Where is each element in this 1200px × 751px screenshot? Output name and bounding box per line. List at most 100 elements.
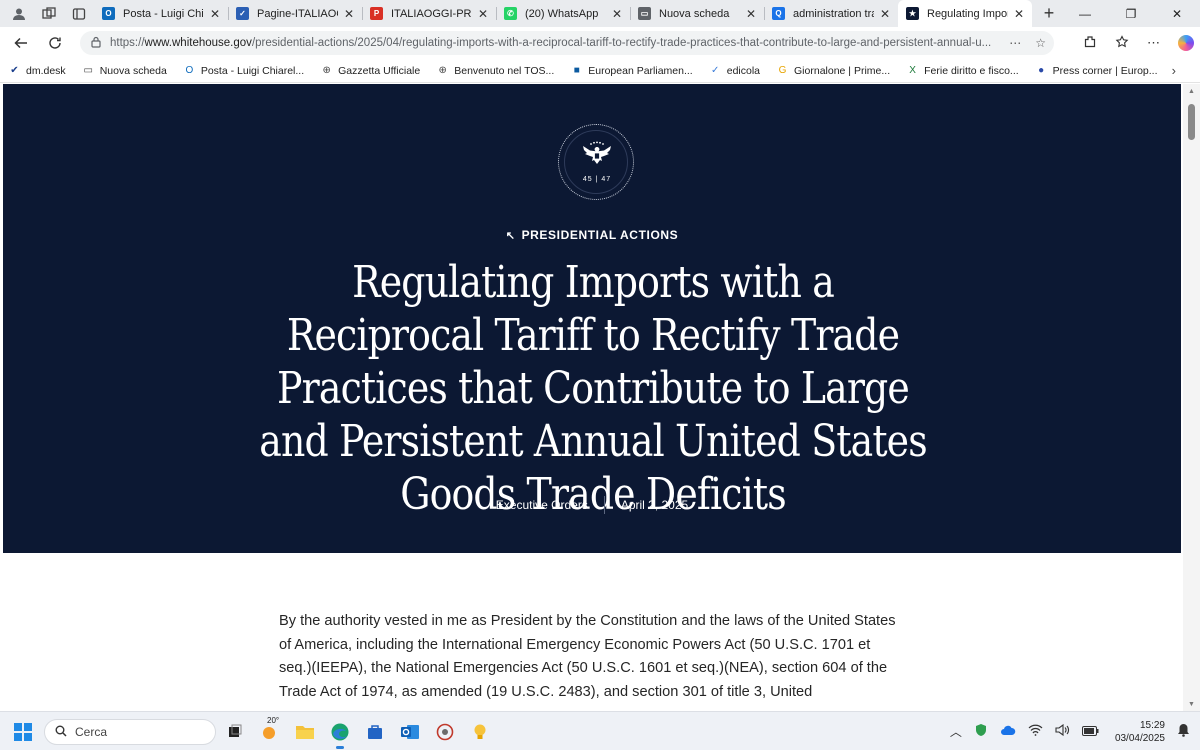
microsoft-store-icon[interactable] <box>362 719 388 745</box>
tab-favicon-icon: P <box>370 7 383 20</box>
browser-tab[interactable]: Qadministration trade ✕ <box>764 0 898 27</box>
bookmark-item[interactable]: ✔ dm.desk <box>8 64 65 77</box>
edge-browser-icon[interactable] <box>327 719 353 749</box>
browser-tab[interactable]: ▭ Nuova scheda ✕ <box>630 0 764 27</box>
bookmarks-bar: ✔ dm.desk ▭ Nuova scheda O Posta - Luigi Chia… <box>0 59 1200 83</box>
refresh-button[interactable] <box>38 27 72 59</box>
bookmark-item[interactable]: ⊕ Gazzetta Ufficiale <box>320 64 420 77</box>
bookmark-item[interactable]: O Posta - Luigi Chiarel... <box>183 64 304 77</box>
tab-favicon-icon: ▭ <box>638 7 651 20</box>
url-prefix: https:// <box>110 37 145 49</box>
photos-app-icon[interactable] <box>432 719 458 745</box>
bookmark-favicon-icon: O <box>185 65 194 76</box>
browser-tab[interactable]: ✆ (20) WhatsApp ✕ <box>496 0 630 27</box>
category-tag[interactable]: Executive Orders <box>496 498 588 512</box>
tab-actions-icon[interactable] <box>64 0 94 27</box>
tab-title: Pagine-ITALIAOGGI- <box>257 7 338 20</box>
bookmark-favicon-icon: ● <box>1038 65 1045 76</box>
bookmark-label: Press corner | Europ... <box>1052 64 1158 77</box>
tab-title: ITALIAOGGI-PRIMO P <box>391 7 472 20</box>
tab-favicon-icon: O <box>102 7 115 20</box>
favorites-icon[interactable] <box>1115 34 1129 52</box>
file-explorer-icon[interactable] <box>292 719 318 745</box>
favorite-star-icon[interactable]: ☆ <box>1035 36 1046 50</box>
tab-favicon-icon: ✓ <box>236 7 249 20</box>
clock-time: 15:29 <box>1139 719 1165 731</box>
bookmark-label: Giornalone | Prime... <box>794 64 891 77</box>
tab-favicon-icon: ★ <box>906 7 919 20</box>
task-view-icon[interactable] <box>222 719 248 745</box>
bookmark-favicon-icon: ▭ <box>83 65 93 76</box>
category-link[interactable]: ↖ PRESIDENTIAL ACTIONS <box>3 228 1181 242</box>
extensions-icon[interactable] <box>1083 35 1097 52</box>
tips-app-icon[interactable] <box>467 719 493 745</box>
seal-numbers: 45 | 47 <box>582 176 612 183</box>
bookmark-label: European Parliamen... <box>588 64 693 77</box>
browser-tab[interactable]: ✓ Pagine-ITALIAOGGI- ✕ <box>228 0 362 27</box>
close-tab-icon[interactable]: ✕ <box>342 7 356 21</box>
close-tab-icon[interactable]: ✕ <box>476 7 490 21</box>
close-tab-icon[interactable]: ✕ <box>1012 7 1026 21</box>
scrollbar-thumb[interactable] <box>1188 104 1195 140</box>
system-clock[interactable]: 15:29 03/04/2025 <box>1115 719 1165 745</box>
battery-icon[interactable] <box>1081 725 1099 739</box>
close-tab-icon[interactable]: ✕ <box>610 7 624 21</box>
notification-bell-icon[interactable] <box>1177 723 1190 740</box>
wifi-icon[interactable] <box>1028 724 1043 739</box>
bookmark-item[interactable]: X Ferie diritto e fisco... <box>906 64 1018 77</box>
bookmark-favicon-icon: ⊕ <box>438 65 447 76</box>
chevron-up-icon[interactable]: ︿ <box>950 723 962 740</box>
back-button[interactable] <box>4 27 38 59</box>
meta-divider <box>603 496 605 514</box>
bookmark-favicon-icon: ✔ <box>10 65 19 76</box>
outlook-icon[interactable] <box>397 719 423 745</box>
maximize-button[interactable]: ❐ <box>1108 0 1154 27</box>
onedrive-cloud-icon[interactable] <box>1000 724 1016 739</box>
bookmark-favicon-icon: G <box>778 65 787 76</box>
browser-tab[interactable]: P ITALIAOGGI-PRIMO P ✕ <box>362 0 496 27</box>
security-shield-icon[interactable] <box>974 723 988 740</box>
site-info-icon[interactable] <box>90 36 110 51</box>
address-bar[interactable]: https://www.whitehouse.gov/presidential-… <box>80 31 1054 55</box>
eagle-icon <box>583 141 611 164</box>
minimize-button[interactable]: — <box>1062 0 1108 27</box>
volume-icon[interactable] <box>1055 723 1070 739</box>
weather-widget-icon[interactable]: 20° <box>257 716 283 745</box>
kicker-label: PRESIDENTIAL ACTIONS <box>521 228 679 242</box>
copilot-icon[interactable] <box>1178 35 1194 51</box>
web-page: 45 | 47 ↖ PRESIDENTIAL ACTIONS Regulating… <box>0 84 1200 711</box>
presidential-seal-logo[interactable]: 45 | 47 <box>558 124 634 200</box>
more-site-actions-icon[interactable]: ⋯ <box>1009 36 1021 50</box>
new-tab-button[interactable]: + <box>1036 0 1062 27</box>
arrow-up-left-icon: ↖ <box>505 230 516 242</box>
bookmark-item[interactable]: ■ European Parliamen... <box>570 64 693 77</box>
bookmark-label: Posta - Luigi Chiarel... <box>200 64 305 77</box>
tab-title: (20) WhatsApp <box>525 7 599 20</box>
article-hero: 45 | 47 ↖ PRESIDENTIAL ACTIONS Regulating… <box>3 84 1181 553</box>
close-tab-icon[interactable]: ✕ <box>878 7 892 21</box>
close-tab-icon[interactable]: ✕ <box>208 7 222 21</box>
bookmark-item[interactable]: ▭ Nuova scheda <box>82 64 166 77</box>
browser-tab[interactable]: O Posta - Luigi Chiarelli ✕ <box>94 0 228 27</box>
bookmark-item[interactable]: G Giornalone | Prime... <box>776 64 891 77</box>
chevron-right-icon[interactable]: › <box>1172 63 1176 78</box>
close-tab-icon[interactable]: ✕ <box>744 7 758 21</box>
clock-date: 03/04/2025 <box>1114 732 1165 744</box>
tab-favicon-icon: Q <box>772 7 785 20</box>
taskbar-search[interactable]: Cerca <box>44 719 216 745</box>
scroll-up-icon[interactable]: ▲ <box>1183 84 1200 98</box>
bookmark-item[interactable]: ● Press corner | Europ... <box>1035 64 1158 77</box>
scroll-down-icon[interactable]: ▼ <box>1183 697 1200 711</box>
close-window-button[interactable]: ✕ <box>1154 0 1200 27</box>
tab-title: Regulating Imports w <box>927 7 1008 20</box>
profile-icon[interactable] <box>4 0 34 27</box>
settings-menu-icon[interactable]: ⋯ <box>1147 35 1160 51</box>
workspaces-icon[interactable] <box>34 0 64 27</box>
bookmark-item[interactable]: ✓ edicola <box>709 64 760 77</box>
article-paragraph: By the authority vested in me as Preside… <box>279 613 896 700</box>
start-button[interactable] <box>14 723 32 741</box>
bookmark-item[interactable]: ⊕ Benvenuto nel TOS... <box>436 64 555 77</box>
page-scrollbar[interactable]: ▲ ▼ <box>1183 84 1200 711</box>
browser-tab[interactable]: ★ Regulating Imports w ✕ <box>898 0 1032 27</box>
publish-date: April 2, 2025 <box>620 498 689 512</box>
